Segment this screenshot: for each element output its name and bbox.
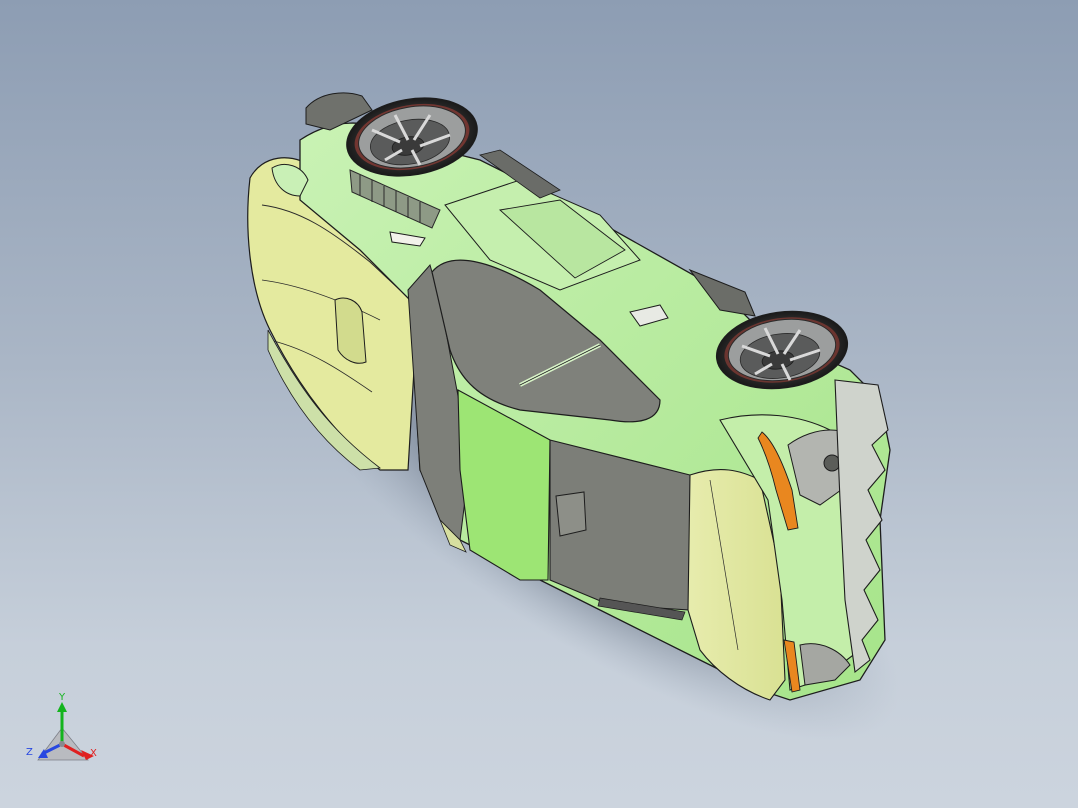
y-axis-label: Y bbox=[59, 692, 66, 703]
car-model-3d-view[interactable] bbox=[0, 0, 1078, 808]
hood-vent bbox=[555, 491, 587, 537]
axis-triad-graphic bbox=[37, 702, 94, 761]
graphics-viewport[interactable]: Y Z X bbox=[0, 0, 1078, 808]
triad-origin bbox=[59, 741, 65, 747]
x-axis-label: X bbox=[90, 748, 97, 759]
y-axis-arrow bbox=[57, 702, 67, 712]
axis-triad[interactable]: Y Z X bbox=[24, 692, 108, 776]
z-axis-label: Z bbox=[26, 747, 33, 758]
headlight-lens bbox=[823, 454, 841, 472]
